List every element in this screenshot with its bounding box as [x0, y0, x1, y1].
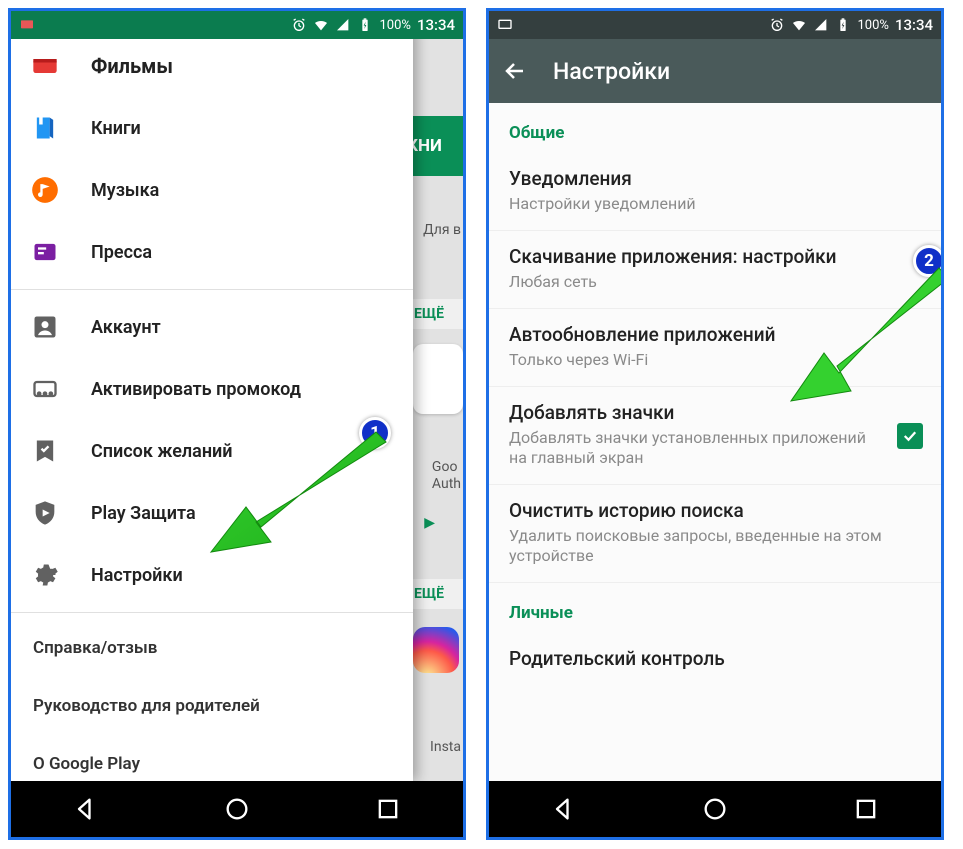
bg-insta: Insta — [430, 739, 461, 755]
menu-settings[interactable]: Настройки — [11, 544, 413, 606]
menu-music[interactable]: Музыка — [11, 159, 413, 221]
separator — [11, 612, 413, 613]
bg-goog: GooAuth — [432, 459, 461, 493]
wifi-icon — [313, 17, 329, 33]
annotation-badge-1: 1 — [359, 417, 391, 449]
section-personal: Личные — [489, 583, 941, 633]
protect-icon — [31, 499, 59, 527]
alarm-icon — [291, 17, 307, 33]
signal-icon — [335, 17, 351, 33]
settings-list[interactable]: Общие Уведомления Настройки уведомлений … — [489, 103, 941, 781]
press-icon — [31, 238, 59, 266]
menu-films-label: Фильмы — [91, 54, 173, 78]
appbar-title: Настройки — [553, 58, 670, 85]
section-general: Общие — [489, 103, 941, 153]
music-icon — [31, 176, 59, 204]
nav-recent[interactable] — [852, 795, 880, 823]
battery-text: 100% — [857, 18, 888, 33]
nav-back[interactable] — [72, 795, 100, 823]
menu-wishlist[interactable]: Список желаний — [11, 420, 413, 482]
nav-home[interactable] — [701, 795, 729, 823]
footer-parent-guide[interactable]: Руководство для родителей — [11, 677, 413, 735]
clock: 13:34 — [895, 16, 933, 34]
setting-parental[interactable]: Родительский контроль — [489, 633, 941, 686]
footer-about[interactable]: О Google Play — [11, 735, 413, 781]
menu-protect[interactable]: Play Защита — [11, 482, 413, 544]
menu-press[interactable]: Пресса — [11, 221, 413, 283]
menu-films[interactable]: Фильмы — [11, 39, 413, 97]
account-icon — [31, 313, 59, 341]
separator — [11, 289, 413, 290]
bg-more-1: ЕЩЁ — [408, 299, 463, 329]
menu-wishlist-label: Список желаний — [91, 441, 233, 462]
appbar: Настройки — [489, 39, 941, 103]
wishlist-icon — [31, 437, 59, 465]
promo-icon — [31, 375, 59, 403]
setting-notifications[interactable]: Уведомления Настройки уведомлений — [489, 153, 941, 231]
setting-autoupdate[interactable]: Автообновление приложений Только через W… — [489, 309, 941, 387]
screenshot-icon — [497, 17, 513, 33]
menu-press-label: Пресса — [91, 242, 152, 263]
menu-protect-label: Play Защита — [91, 503, 196, 524]
nav-drawer: Фильмы Книги Музыка Пресса — [11, 39, 413, 781]
back-button[interactable] — [503, 59, 527, 83]
setting-download[interactable]: Скачивание приложения: настройки Любая с… — [489, 231, 941, 309]
alarm-icon — [769, 17, 785, 33]
battery-icon — [835, 17, 851, 33]
menu-promo[interactable]: Активировать промокод — [11, 358, 413, 420]
screenshot-icon — [19, 17, 35, 33]
annotation-badge-2: 2 — [913, 245, 941, 277]
settings-icon — [31, 561, 59, 589]
phone-left: 100% 13:34 КНИ Для в ЕЩЁ GooAuth ▶ ЕЩЁ I… — [8, 8, 466, 840]
bg-app-card-1 — [413, 344, 463, 414]
navbar — [11, 781, 463, 837]
menu-account-label: Аккаунт — [91, 317, 161, 338]
bg-for-you: Для в — [423, 222, 461, 238]
signal-icon — [813, 17, 829, 33]
battery-icon — [357, 17, 373, 33]
bg-instagram-icon — [413, 627, 459, 673]
setting-add-icons[interactable]: Добавлять значки Добавлять значки устано… — [489, 387, 941, 485]
menu-account[interactable]: Аккаунт — [11, 296, 413, 358]
phone-right: 100% 13:34 Настройки Общие Уведомления Н… — [486, 8, 944, 840]
menu-music-label: Музыка — [91, 180, 159, 201]
drawer-area: КНИ Для в ЕЩЁ GooAuth ▶ ЕЩЁ Insta Фильмы… — [11, 39, 463, 781]
menu-books[interactable]: Книги — [11, 97, 413, 159]
navbar — [489, 781, 941, 837]
footer-help[interactable]: Справка/отзыв — [11, 619, 413, 677]
menu-books-label: Книги — [91, 118, 141, 139]
nav-recent[interactable] — [374, 795, 402, 823]
films-icon — [31, 52, 59, 80]
bg-more-2: ЕЩЁ — [408, 579, 463, 609]
battery-text: 100% — [379, 18, 410, 33]
wifi-icon — [791, 17, 807, 33]
statusbar: 100% 13:34 — [489, 11, 941, 39]
nav-back[interactable] — [550, 795, 578, 823]
menu-settings-label: Настройки — [91, 565, 183, 586]
bg-install-icon: ▶ — [424, 515, 435, 531]
nav-home[interactable] — [223, 795, 251, 823]
add-icons-checkbox[interactable] — [897, 423, 923, 449]
books-icon — [31, 114, 59, 142]
clock: 13:34 — [417, 16, 455, 34]
menu-promo-label: Активировать промокод — [91, 379, 301, 400]
setting-clear-history[interactable]: Очистить историю поиска Удалить поисковы… — [489, 485, 941, 583]
statusbar: 100% 13:34 — [11, 11, 463, 39]
